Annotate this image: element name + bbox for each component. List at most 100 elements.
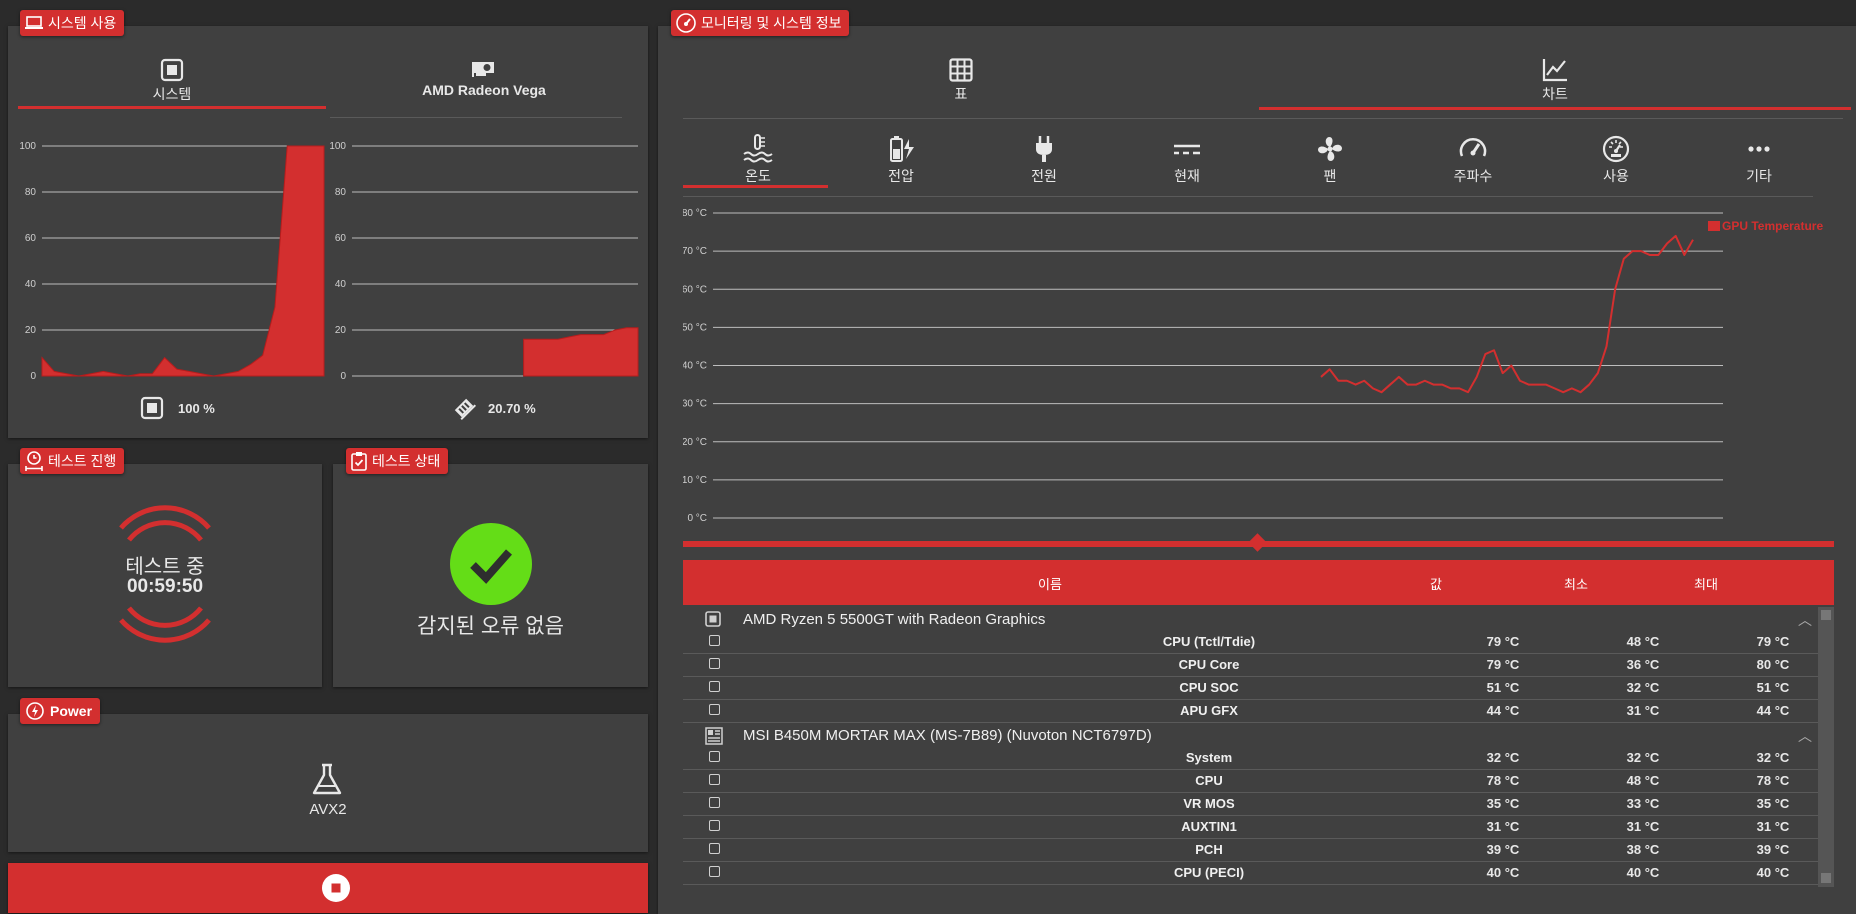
row-checkbox[interactable] (709, 635, 720, 646)
stop-test-button[interactable] (8, 863, 648, 913)
row-checkbox[interactable] (709, 797, 720, 808)
table-row[interactable]: CPU Core 79 °C 36 °C 80 °C (683, 653, 1818, 677)
tab-usage[interactable]: 사용 (1541, 134, 1691, 186)
row-checkbox[interactable] (709, 866, 720, 877)
tab-table[interactable]: 표 (683, 58, 1239, 104)
row-checkbox[interactable] (709, 658, 720, 669)
test-progress-tag: 테스트 진행 (20, 448, 125, 474)
tab-current[interactable]: 현재 (1112, 134, 1262, 186)
y-tick-label: 40 (25, 279, 37, 290)
system-usage-title: 시스템 사용 (48, 15, 117, 31)
col-name-header[interactable]: 이름 (1038, 574, 1062, 593)
gpu-usage-chart: 0 20 40 60 80 100 (330, 141, 639, 382)
col-min-header[interactable]: 최소 (1564, 574, 1588, 593)
sensor-group-title: MSI B450M MORTAR MAX (MS-7B89) (Nuvoton … (743, 727, 1152, 744)
y-tick-label: 0 (30, 371, 36, 382)
y-tick-label: 70 °C (683, 246, 707, 257)
sensor-value: 78 °C (1486, 773, 1520, 788)
table-row[interactable]: PCH 39 °C 38 °C 39 °C (683, 838, 1818, 862)
cpu-icon (705, 611, 721, 627)
sensor-value: 79 °C (1486, 657, 1520, 672)
table-row[interactable]: AUXTIN1 31 °C 31 °C 31 °C (683, 815, 1818, 839)
tab-gpu-label: AMD Radeon Vega (422, 82, 546, 98)
tab-chart-label: 차트 (1542, 86, 1568, 102)
table-row[interactable]: VR MOS 35 °C 33 °C 35 °C (683, 792, 1818, 816)
thermometer-icon (743, 134, 773, 163)
cpu-usage-chart: 0 20 40 60 80 100 (19, 141, 325, 382)
table-scrollbar[interactable] (1818, 607, 1834, 887)
monitoring-title: 모니터링 및 시스템 정보 (701, 15, 842, 31)
col-max-header[interactable]: 최대 (1694, 574, 1718, 593)
tab-frequency-label: 주파수 (1453, 168, 1493, 184)
system-usage-tag: 시스템 사용 (20, 10, 125, 36)
tab-temperature[interactable]: 온도 (683, 134, 833, 186)
laptop-icon (25, 16, 43, 29)
temperature-chart: 0 °C 10 °C 20 °C 30 °C 40 °C 50 °C 60 °C 70 °C 8… (683, 208, 1823, 524)
row-checkbox[interactable] (709, 774, 720, 785)
tab-other[interactable]: 기타 (1684, 134, 1834, 186)
tab-power[interactable]: 전원 (969, 134, 1119, 186)
scroll-down-button[interactable] (1821, 873, 1831, 883)
power-title: Power (50, 703, 93, 719)
legend-label: GPU Temperature (1722, 219, 1823, 233)
y-tick-label: 20 (25, 325, 37, 336)
col-value-header[interactable]: 값 (1430, 574, 1442, 593)
collapse-icon[interactable]: ︿ (1798, 610, 1812, 630)
y-tick-label: 0 °C (687, 513, 707, 524)
collapse-icon[interactable]: ︿ (1798, 726, 1812, 746)
tab-other-label: 기타 (1746, 168, 1772, 184)
row-checkbox[interactable] (709, 681, 720, 692)
row-checkbox[interactable] (709, 704, 720, 715)
plug-icon (1036, 136, 1052, 162)
y-tick-label: 100 (330, 141, 346, 152)
tab-chart[interactable]: 차트 (1259, 58, 1851, 104)
test-elapsed-time: 00:59:50 (126, 576, 204, 597)
stop-icon (322, 874, 350, 902)
power-mode-label: AVX2 (309, 801, 347, 818)
test-progress-title: 테스트 진행 (48, 453, 117, 469)
table-row[interactable]: APU GFX 44 °C 31 °C 44 °C (683, 699, 1818, 723)
test-status-text: 테스트 중 (125, 556, 205, 578)
row-checkbox[interactable] (709, 820, 720, 831)
y-tick-label: 60 (25, 233, 37, 244)
sensor-group-cpu[interactable]: AMD Ryzen 5 5500GT with Radeon Graphics … (683, 607, 1818, 631)
y-tick-label: 50 °C (683, 322, 707, 333)
y-tick-label: 30 °C (683, 399, 707, 410)
tab-fan-label: 팬 (1323, 168, 1337, 184)
view-tab-divider (683, 118, 1843, 119)
y-tick-label: 10 °C (683, 475, 707, 486)
y-tick-label: 60 (335, 233, 347, 244)
sensor-value: 31 °C (1486, 819, 1520, 834)
row-checkbox[interactable] (709, 751, 720, 762)
y-tick-label: 80 (25, 187, 37, 198)
usage-area (41, 145, 325, 377)
table-row[interactable]: CPU (Tctl/Tdie) 79 °C 48 °C 79 °C (683, 630, 1818, 654)
tab-gpu[interactable]: AMD Radeon Vega (330, 58, 638, 98)
table-row[interactable]: CPU SOC 51 °C 32 °C 51 °C (683, 676, 1818, 700)
tab-voltage[interactable]: 전압 (826, 134, 976, 186)
sensor-value: 32 °C (1486, 750, 1520, 765)
y-tick-label: 80 (335, 187, 347, 198)
motherboard-icon (705, 727, 723, 745)
table-row[interactable]: CPU 78 °C 48 °C 78 °C (683, 769, 1818, 793)
power-cycle-icon (26, 702, 44, 720)
clipboard-check-icon (351, 452, 367, 471)
sensor-group-motherboard[interactable]: MSI B450M MORTAR MAX (MS-7B89) (Nuvoton … (683, 723, 1818, 747)
sensor-value: 39 °C (1486, 842, 1520, 857)
fan-icon (1318, 137, 1342, 161)
gpu-temperature-line (1320, 234, 1694, 394)
table-row[interactable]: System 32 °C 32 °C 32 °C (683, 746, 1818, 770)
tab-system[interactable]: 시스템 (18, 58, 326, 104)
tab-power-label: 전원 (1031, 168, 1057, 184)
y-tick-label: 40 °C (683, 361, 707, 372)
table-row[interactable]: CPU (PECI) 40 °C 40 °C 40 °C (683, 861, 1818, 885)
scroll-up-button[interactable] (1821, 610, 1831, 620)
no-errors-message: 감지된 오류 없음 (417, 615, 564, 638)
row-checkbox[interactable] (709, 843, 720, 854)
y-tick-label: 20 (335, 325, 347, 336)
sensor-value: 40 °C (1486, 865, 1520, 880)
tab-fan[interactable]: 팬 (1255, 134, 1405, 186)
tab-frequency[interactable]: 주파수 (1398, 134, 1548, 186)
usage-area (523, 327, 639, 377)
y-tick-label: 0 (340, 371, 346, 382)
